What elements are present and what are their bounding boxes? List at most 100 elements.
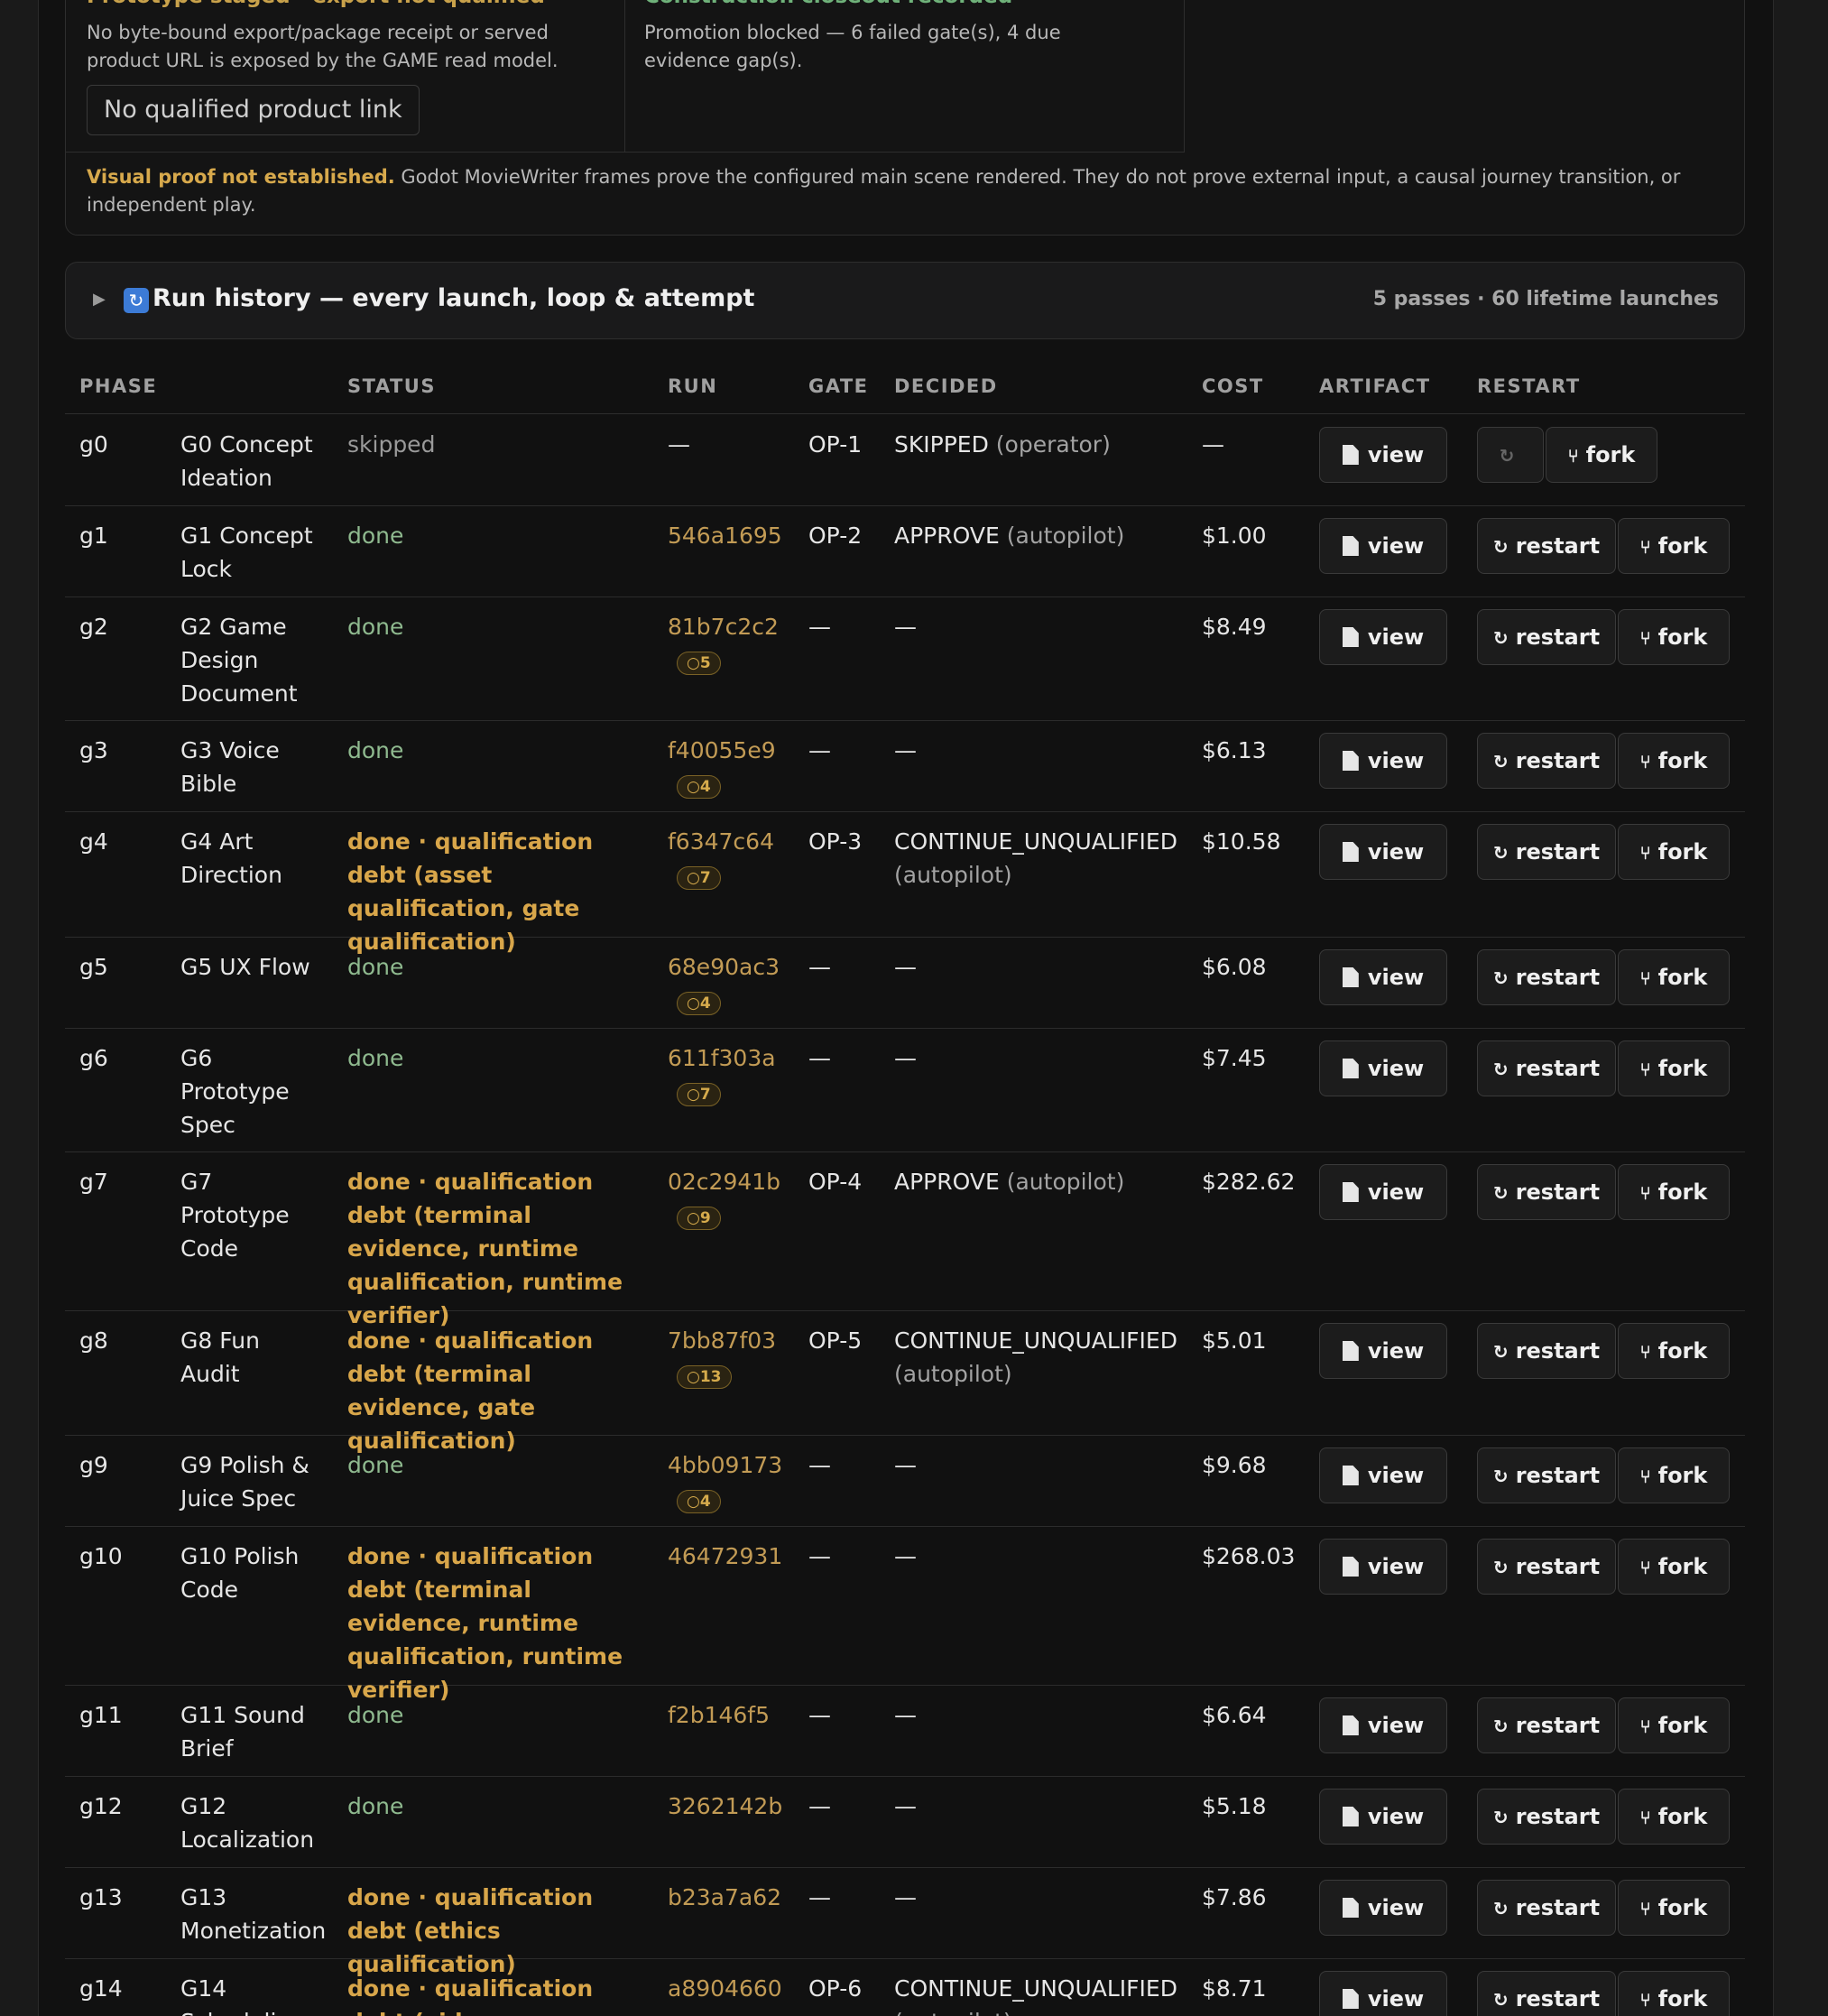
fork-label: fork xyxy=(1657,1713,1708,1738)
run-id-link[interactable]: 546a1695 xyxy=(668,522,782,549)
fork-button[interactable]: ⑂ fork xyxy=(1618,1447,1730,1503)
run-cell: f2b146f5 xyxy=(668,1698,770,1732)
decision-value: — xyxy=(894,1543,917,1569)
view-artifact-button[interactable]: view xyxy=(1319,1880,1447,1936)
fork-button[interactable]: ⑂ fork xyxy=(1546,427,1657,483)
fork-button[interactable]: ⑂ fork xyxy=(1618,824,1730,880)
decision-cell: — xyxy=(894,1540,1192,1573)
view-label: view xyxy=(1367,1804,1425,1829)
view-artifact-button[interactable]: view xyxy=(1319,824,1447,880)
view-artifact-button[interactable]: view xyxy=(1319,1164,1447,1220)
decision-value: — xyxy=(894,1793,917,1819)
fork-button[interactable]: ⑂ fork xyxy=(1618,1789,1730,1845)
decision-cell: APPROVE (autopilot) xyxy=(894,519,1192,552)
phase-status: done xyxy=(347,1793,404,1819)
fork-button[interactable]: ⑂ fork xyxy=(1618,1880,1730,1936)
gate-id: OP-2 xyxy=(808,522,863,549)
closeout-text: Promotion blocked — 6 failed gate(s), 4 … xyxy=(644,22,1061,71)
run-id-link[interactable]: a8904660 xyxy=(668,1975,782,2002)
fork-icon: ⑂ xyxy=(1639,536,1651,558)
fork-button[interactable]: ⑂ fork xyxy=(1618,1971,1730,2016)
decision-cell: — xyxy=(894,950,1192,984)
table-row: g4 G4 Art Direction done · qualification d… xyxy=(65,812,1745,955)
document-icon xyxy=(1342,1807,1359,1826)
fork-button[interactable]: ⑂ fork xyxy=(1618,1697,1730,1753)
view-artifact-button[interactable]: view xyxy=(1319,1971,1447,2016)
restart-button[interactable]: ↻ restart xyxy=(1477,1697,1616,1753)
restart-button[interactable]: ↻ restart xyxy=(1477,1539,1616,1595)
view-artifact-button[interactable]: view xyxy=(1319,1040,1447,1096)
run-id-link[interactable]: f2b146f5 xyxy=(668,1702,770,1728)
run-id-link[interactable]: 4bb09173 xyxy=(668,1452,782,1478)
phase-id: g6 xyxy=(79,1045,108,1071)
view-label: view xyxy=(1367,442,1425,467)
run-id-link[interactable]: 02c2941b xyxy=(668,1169,780,1195)
run-id-link[interactable]: 611f303a xyxy=(668,1045,776,1071)
gate-id: — xyxy=(808,1793,831,1819)
run-id-link[interactable]: 68e90ac3 xyxy=(668,954,780,980)
view-artifact-button[interactable]: view xyxy=(1319,733,1447,789)
run-id-link[interactable]: f40055e9 xyxy=(668,737,776,763)
restart-button[interactable]: ↻ restart xyxy=(1477,1323,1616,1379)
run-cell: — xyxy=(668,428,690,461)
run-id-link[interactable]: 46472931 xyxy=(668,1543,782,1569)
phase-name: G6 Prototype Spec xyxy=(180,1045,290,1138)
fork-button[interactable]: ⑂ fork xyxy=(1618,733,1730,789)
loop-count-badge: ○4 xyxy=(677,992,721,1015)
restart-button[interactable]: ↻ restart xyxy=(1477,1040,1616,1096)
restart-button[interactable]: ↻ restart xyxy=(1477,824,1616,880)
run-id-link[interactable]: 3262142b xyxy=(668,1793,782,1819)
phase-cost: $282.62 xyxy=(1202,1169,1296,1195)
restart-button[interactable]: ↻ restart xyxy=(1477,1880,1616,1936)
view-artifact-button[interactable]: view xyxy=(1319,427,1447,483)
fork-icon: ⑂ xyxy=(1639,751,1651,772)
fork-button[interactable]: ⑂ fork xyxy=(1618,609,1730,665)
run-history-summary[interactable]: ▶ ↻ Run history — every launch, loop & a… xyxy=(65,262,1745,339)
view-label: view xyxy=(1367,839,1425,865)
fork-label: fork xyxy=(1657,533,1708,559)
restart-button[interactable]: ↻ restart xyxy=(1477,733,1616,789)
fork-button[interactable]: ⑂ fork xyxy=(1618,949,1730,1005)
view-label: view xyxy=(1367,1895,1425,1920)
view-artifact-button[interactable]: view xyxy=(1319,609,1447,665)
run-id-link[interactable]: 7bb87f03 xyxy=(668,1327,776,1354)
run-id-link[interactable]: 81b7c2c2 xyxy=(668,614,779,640)
view-label: view xyxy=(1367,1463,1425,1488)
restart-label: restart xyxy=(1515,1338,1601,1364)
run-id-link[interactable]: b23a7a62 xyxy=(668,1884,781,1910)
fork-label: fork xyxy=(1657,1554,1708,1579)
header-decided: DECIDED xyxy=(894,375,998,397)
restart-button[interactable]: ↻ xyxy=(1477,427,1544,483)
run-cell: 68e90ac3 ○4 xyxy=(668,950,780,1017)
restart-button[interactable]: ↻ restart xyxy=(1477,518,1616,574)
decision-value: — xyxy=(894,1045,917,1071)
decision-value: — xyxy=(894,1884,917,1910)
view-artifact-button[interactable]: view xyxy=(1319,949,1447,1005)
view-artifact-button[interactable]: view xyxy=(1319,1789,1447,1845)
restart-label: restart xyxy=(1515,1895,1601,1920)
fork-button[interactable]: ⑂ fork xyxy=(1618,1040,1730,1096)
fork-button[interactable]: ⑂ fork xyxy=(1618,1323,1730,1379)
fork-button[interactable]: ⑂ fork xyxy=(1618,1539,1730,1595)
restart-button[interactable]: ↻ restart xyxy=(1477,1789,1616,1845)
phase-name: G2 Game Design Document xyxy=(180,614,298,707)
decision-value: — xyxy=(894,737,917,763)
view-artifact-button[interactable]: view xyxy=(1319,1539,1447,1595)
view-artifact-button[interactable]: view xyxy=(1319,1447,1447,1503)
fork-label: fork xyxy=(1657,748,1708,773)
restart-button[interactable]: ↻ restart xyxy=(1477,1164,1616,1220)
fork-label: fork xyxy=(1657,1986,1708,2011)
fork-button[interactable]: ⑂ fork xyxy=(1618,518,1730,574)
disclosure-triangle-icon[interactable]: ▶ xyxy=(93,290,106,309)
fork-button[interactable]: ⑂ fork xyxy=(1618,1164,1730,1220)
restart-button[interactable]: ↻ restart xyxy=(1477,949,1616,1005)
restart-button[interactable]: ↻ restart xyxy=(1477,1971,1616,2016)
restart-button[interactable]: ↻ restart xyxy=(1477,609,1616,665)
phase-cost: $5.18 xyxy=(1202,1793,1267,1819)
run-id-link[interactable]: f6347c64 xyxy=(668,828,774,855)
view-artifact-button[interactable]: view xyxy=(1319,518,1447,574)
restart-button[interactable]: ↻ restart xyxy=(1477,1447,1616,1503)
view-artifact-button[interactable]: view xyxy=(1319,1323,1447,1379)
view-artifact-button[interactable]: view xyxy=(1319,1697,1447,1753)
decision-cell: — xyxy=(894,1789,1192,1823)
